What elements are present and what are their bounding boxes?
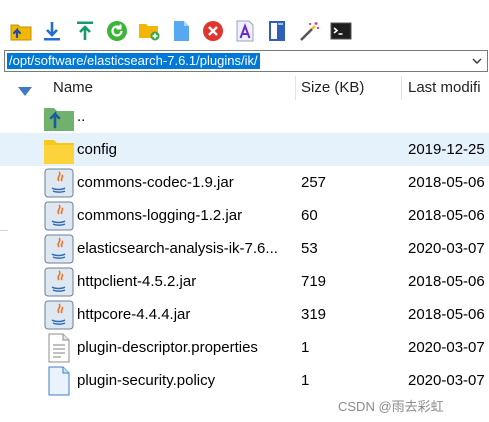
file-name: plugin-descriptor.properties: [77, 339, 258, 356]
file-row[interactable]: httpclient-4.5.2.jar 719 2018-05-06: [0, 265, 489, 298]
file-name: config: [77, 141, 118, 158]
file-date: 2018-05-06: [408, 273, 485, 290]
file-size: 319: [301, 306, 327, 323]
file-name: httpclient-4.5.2.jar: [77, 273, 197, 290]
file-name: commons-codec-1.9.jar: [77, 174, 234, 191]
column-size[interactable]: Size (KB): [301, 76, 364, 100]
file-size: 1: [301, 372, 310, 389]
column-separator[interactable]: [295, 76, 296, 100]
new-file-icon[interactable]: [169, 19, 193, 43]
file-row[interactable]: commons-codec-1.9.jar 257 2018-05-06: [0, 166, 489, 199]
text-file-icon: [43, 332, 75, 364]
file-name: elasticsearch-analysis-ik-7.6...: [77, 240, 278, 257]
column-date[interactable]: Last modifi: [408, 76, 481, 100]
properties-icon[interactable]: [265, 19, 289, 43]
file-row[interactable]: elasticsearch-analysis-ik-7.6... 53 2020…: [0, 232, 489, 265]
download-icon[interactable]: [40, 19, 64, 43]
file-date: 2020-03-07: [408, 339, 485, 356]
upload-icon[interactable]: [73, 19, 97, 43]
chevron-down-icon[interactable]: [470, 54, 484, 68]
file-size: 1: [301, 339, 310, 356]
watermark: CSDN @雨去彩虹: [338, 399, 444, 414]
sort-arrow-icon[interactable]: [18, 83, 32, 101]
file-size: 719: [301, 273, 327, 290]
file-row[interactable]: config 2019-12-25: [0, 133, 489, 166]
java-jar-icon: [43, 167, 75, 199]
column-separator[interactable]: [401, 76, 402, 100]
file-row[interactable]: plugin-descriptor.properties 1 2020-03-0…: [0, 331, 489, 364]
column-name[interactable]: Name: [53, 76, 93, 100]
path-input[interactable]: /opt/software/elasticsearch-7.6.1/plugin…: [4, 50, 488, 72]
rename-icon[interactable]: [233, 19, 257, 43]
new-folder-icon[interactable]: [137, 19, 161, 43]
file-name: plugin-security.policy: [77, 372, 216, 389]
file-name: commons-logging-1.2.jar: [77, 207, 243, 224]
file-date: 2020-03-07: [408, 372, 485, 389]
magic-wand-icon[interactable]: [297, 19, 321, 43]
file-row[interactable]: ..: [0, 100, 489, 133]
java-jar-icon: [43, 299, 75, 331]
delete-icon[interactable]: [201, 19, 225, 43]
file-date: 2018-05-06: [408, 207, 485, 224]
java-jar-icon: [43, 266, 75, 298]
column-header: Name Size (KB) Last modifi: [0, 76, 489, 100]
file-date: 2020-03-07: [408, 240, 485, 257]
document-file-icon: [43, 365, 75, 397]
file-size: 257: [301, 174, 327, 191]
folder-icon: [43, 134, 75, 166]
file-date: 2018-05-06: [408, 306, 485, 323]
toolbar: [0, 0, 489, 50]
file-date: 2019-12-25: [408, 141, 485, 158]
file-date: 2018-05-06: [408, 174, 485, 191]
file-name: ..: [77, 108, 86, 125]
path-value: /opt/software/elasticsearch-7.6.1/plugin…: [7, 53, 260, 69]
refresh-icon[interactable]: [105, 19, 129, 43]
file-row[interactable]: commons-logging-1.2.jar 60 2018-05-06: [0, 199, 489, 232]
parent-directory-icon: [43, 101, 75, 133]
file-size: 60: [301, 207, 318, 224]
java-jar-icon: [43, 233, 75, 265]
file-row[interactable]: plugin-security.policy 1 2020-03-07: [0, 364, 489, 397]
file-row[interactable]: httpcore-4.4.4.jar 319 2018-05-06: [0, 298, 489, 331]
parent-folder-icon[interactable]: [9, 19, 33, 43]
file-name: httpcore-4.4.4.jar: [77, 306, 191, 323]
java-jar-icon: [43, 200, 75, 232]
terminal-icon[interactable]: [329, 19, 353, 43]
file-size: 53: [301, 240, 318, 257]
